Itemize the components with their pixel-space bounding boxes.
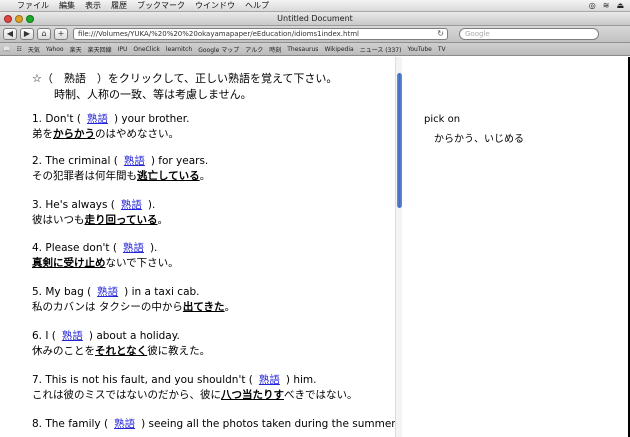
menu-history[interactable]: 履歴 <box>106 0 132 12</box>
question-5: 5. My bag (熟語) in a taxi cab. 私のカバンは タクシ… <box>32 286 236 313</box>
forward-button[interactable]: ▶ <box>20 28 34 40</box>
bookmark-item[interactable]: ニュース (337) <box>360 45 402 54</box>
menu-window[interactable]: ウインドウ <box>190 0 240 12</box>
idiom-link[interactable]: 熟語 <box>123 242 144 254</box>
window-title: Untitled Document <box>277 14 353 23</box>
question-7: 7. This is not his fault, and you should… <box>32 374 358 401</box>
home-button[interactable]: ⌂ <box>37 28 51 40</box>
window-controls <box>4 15 34 23</box>
question-6: 6. I (熟語) about a holiday. 休みのことをそれとなく彼に… <box>32 330 211 357</box>
search-placeholder: Google <box>465 30 490 38</box>
idiom-link[interactable]: 熟語 <box>87 113 108 125</box>
bookmark-item[interactable]: Yahoo <box>46 46 64 53</box>
menu-file[interactable]: ファイル <box>12 0 54 12</box>
browser-toolbar: ◀ ▶ ⌂ + file:///Volumes/YUKA/%20%20%20ok… <box>0 26 630 43</box>
frame-scrollbar[interactable] <box>395 57 402 437</box>
address-bar[interactable]: file:///Volumes/YUKA/%20%20%20okayamapap… <box>73 28 448 40</box>
bookmark-item[interactable]: YouTube <box>407 46 431 53</box>
answer-frame: pick on からかう、いじめる <box>424 113 524 147</box>
question-1: 1. Don't (熟語) your brother. 弟をからかうのはやめなさ… <box>32 113 190 140</box>
scrollbar-thumb[interactable] <box>397 73 402 208</box>
status-icons: ◎ ≋ ⏏ <box>589 0 624 12</box>
question-2: 2. The criminal (熟語) for years. その犯罪者は何年… <box>32 155 211 182</box>
window-title-bar: Untitled Document <box>0 12 630 26</box>
answer-meaning: からかう、いじめる <box>434 134 524 145</box>
answer-phrase: pick on <box>424 114 461 125</box>
instructions-line2: 時制、人称の一致、等は考慮しません。 <box>54 88 252 101</box>
bookmark-item[interactable]: 楽天 <box>70 45 82 54</box>
bookmark-item[interactable]: learnitch <box>166 46 192 53</box>
idiom-link[interactable]: 熟語 <box>114 418 135 430</box>
minimize-button[interactable] <box>15 15 23 23</box>
question-3: 3. He's always (熟語). 彼はいつも走り回っている。 <box>32 199 168 226</box>
question-8: 8. The family (熟語) seeing all the photos… <box>32 418 396 430</box>
bookmark-item[interactable]: OneClick <box>133 46 160 53</box>
bookmark-item[interactable]: TV <box>438 46 446 53</box>
page-content: ☆（ 熟語 ）をクリックして、正しい熟語を覚えて下さい。 時制、人称の一致、等は… <box>0 57 630 437</box>
question-4: 4. Please don't (熟語). 真剣に受け止めないで下さい。 <box>32 242 179 269</box>
idiom-link[interactable]: 熟語 <box>97 286 118 298</box>
wifi-icon[interactable]: ≋ <box>603 0 610 12</box>
add-bookmark-button[interactable]: + <box>54 28 68 40</box>
bookmark-item[interactable]: Wikipedia <box>324 46 353 53</box>
idiom-link[interactable]: 熟語 <box>124 155 145 167</box>
instructions-line1: ☆（ 熟語 ）をクリックして、正しい熟語を覚えて下さい。 <box>32 72 338 85</box>
zoom-button[interactable] <box>26 15 34 23</box>
search-input[interactable]: Google <box>459 28 599 40</box>
eject-icon[interactable]: ⏏ <box>616 0 624 12</box>
menu-bar: ファイル 編集 表示 履歴 ブックマーク ウインドウ ヘルプ ◎ ≋ ⏏ <box>0 0 630 12</box>
bookmark-item[interactable]: Google マップ <box>198 45 239 54</box>
reload-icon[interactable]: ↻ <box>437 29 444 39</box>
back-button[interactable]: ◀ <box>3 28 17 40</box>
url-text: file:///Volumes/YUKA/%20%20%20okayamapap… <box>78 30 359 38</box>
menu-edit[interactable]: 編集 <box>54 0 80 12</box>
close-button[interactable] <box>4 15 12 23</box>
bookmark-item[interactable]: 楽天回線 <box>88 45 112 54</box>
bookmark-item[interactable]: Thesaurus <box>287 46 318 53</box>
idiom-link[interactable]: 熟語 <box>62 330 83 342</box>
menu-bookmarks[interactable]: ブックマーク <box>132 0 190 12</box>
bookmarks-book-icon[interactable]: 📖 <box>3 46 10 53</box>
bookmark-item[interactable]: 天気 <box>28 45 40 54</box>
idiom-link[interactable]: 熟語 <box>259 374 280 386</box>
bookmarks-bar: 📖 ☷ 天気 Yahoo 楽天 楽天回線 IPU OneClick learni… <box>0 43 630 56</box>
bookmark-item[interactable]: アルク <box>245 45 263 54</box>
idiom-link[interactable]: 熟語 <box>121 199 142 211</box>
menu-help[interactable]: ヘルプ <box>240 0 274 12</box>
bookmark-item[interactable]: IPU <box>118 46 128 53</box>
bookmark-item[interactable]: 時刻 <box>269 45 281 54</box>
instructions: ☆（ 熟語 ）をクリックして、正しい熟語を覚えて下さい。 時制、人称の一致、等は… <box>32 71 337 103</box>
top-sites-icon[interactable]: ☷ <box>16 46 21 53</box>
sync-icon[interactable]: ◎ <box>589 0 596 12</box>
menu-view[interactable]: 表示 <box>80 0 106 12</box>
